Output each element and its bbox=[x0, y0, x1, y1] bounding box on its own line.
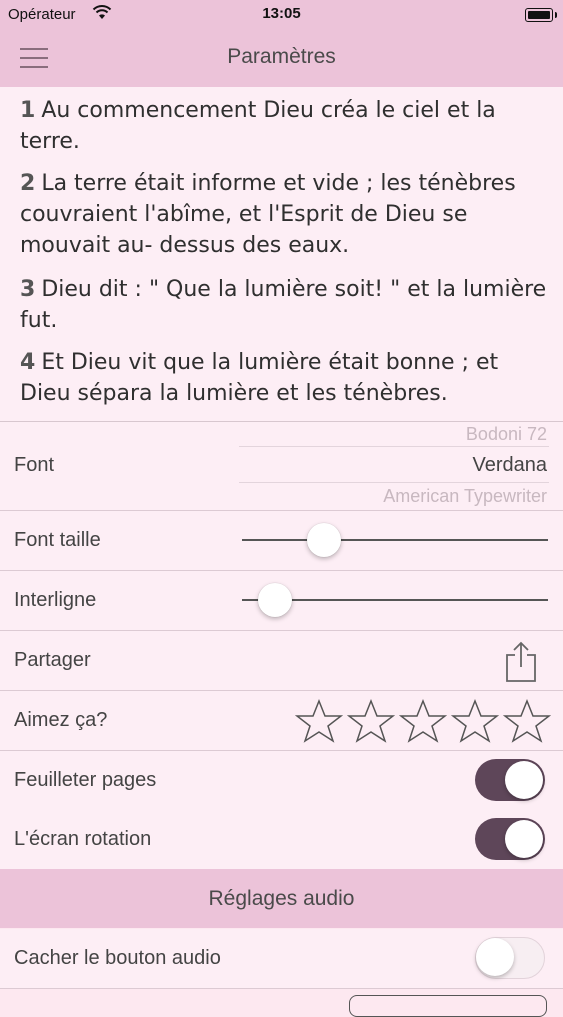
rating-label: Aimez ça? bbox=[14, 709, 108, 731]
nav-bar: Paramètres bbox=[0, 28, 563, 87]
star-icon[interactable] bbox=[503, 699, 551, 743]
star-rating[interactable] bbox=[291, 699, 551, 748]
verse-text: Dieu dit : " Que la lumière soit! " et l… bbox=[20, 277, 547, 333]
verse-number: 4 bbox=[20, 350, 36, 375]
line-spacing-label: Interligne bbox=[14, 589, 97, 611]
verse-text: Au commencement Dieu créa le ciel et la … bbox=[20, 98, 496, 154]
audio-section-header: Réglages audio bbox=[0, 869, 563, 928]
star-icon[interactable] bbox=[347, 699, 395, 743]
hide-audio-label: Cacher le bouton audio bbox=[14, 947, 221, 969]
verse: 4 Et Dieu vit que la lumière était bonne … bbox=[20, 347, 550, 409]
partial-button[interactable] bbox=[349, 995, 547, 1017]
verse: 2 La terre était informe et vide ; les té… bbox=[20, 168, 550, 261]
font-size-row: Font taille bbox=[0, 511, 563, 571]
hide-audio-row: Cacher le bouton audio bbox=[0, 929, 563, 989]
star-icon[interactable] bbox=[295, 699, 343, 743]
line-spacing-row: Interligne bbox=[0, 571, 563, 631]
share-label: Partager bbox=[14, 649, 91, 671]
status-bar: Opérateur 13:05 bbox=[0, 0, 563, 28]
hide-audio-toggle[interactable] bbox=[475, 937, 545, 979]
page-title: Paramètres bbox=[227, 45, 336, 68]
page-flip-toggle[interactable] bbox=[475, 759, 545, 801]
font-size-slider[interactable] bbox=[242, 539, 548, 541]
line-spacing-slider-knob[interactable] bbox=[258, 583, 293, 617]
battery-icon bbox=[525, 8, 557, 22]
clock: 13:05 bbox=[262, 5, 301, 22]
rotation-label: L'écran rotation bbox=[14, 828, 152, 850]
font-option-selected[interactable]: Verdana bbox=[472, 454, 547, 477]
verse-text: La terre était informe et vide ; les tén… bbox=[20, 171, 516, 258]
rotation-row: L'écran rotation bbox=[0, 810, 563, 870]
share-icon[interactable] bbox=[503, 641, 539, 683]
verse-text: Et Dieu vit que la lumière était bonne ;… bbox=[20, 350, 499, 406]
verse-number: 1 bbox=[20, 98, 36, 123]
verse: 1 Au commencement Dieu créa le ciel et la… bbox=[20, 95, 550, 157]
font-picker[interactable]: Bodoni 72 Verdana American Typewriter bbox=[239, 422, 549, 510]
font-row: Font Bodoni 72 Verdana American Typewrit… bbox=[0, 422, 563, 511]
verse-number: 3 bbox=[20, 277, 36, 302]
star-icon[interactable] bbox=[451, 699, 499, 743]
star-icon[interactable] bbox=[399, 699, 447, 743]
font-option[interactable]: Bodoni 72 bbox=[466, 424, 547, 445]
page-flip-row: Feuilleter pages bbox=[0, 751, 563, 811]
verse: 3 Dieu dit : " Que la lumière soit! " et … bbox=[20, 274, 550, 336]
font-size-slider-knob[interactable] bbox=[307, 523, 342, 557]
rotation-toggle[interactable] bbox=[475, 818, 545, 860]
share-row[interactable]: Partager bbox=[0, 631, 563, 691]
font-option[interactable]: American Typewriter bbox=[383, 486, 547, 507]
page-flip-label: Feuilleter pages bbox=[14, 769, 157, 791]
font-label: Font bbox=[14, 454, 55, 476]
verse-number: 2 bbox=[20, 171, 36, 196]
rating-row: Aimez ça? bbox=[0, 691, 563, 751]
text-preview: 1 Au commencement Dieu créa le ciel et la… bbox=[0, 87, 563, 422]
font-size-label: Font taille bbox=[14, 529, 101, 551]
